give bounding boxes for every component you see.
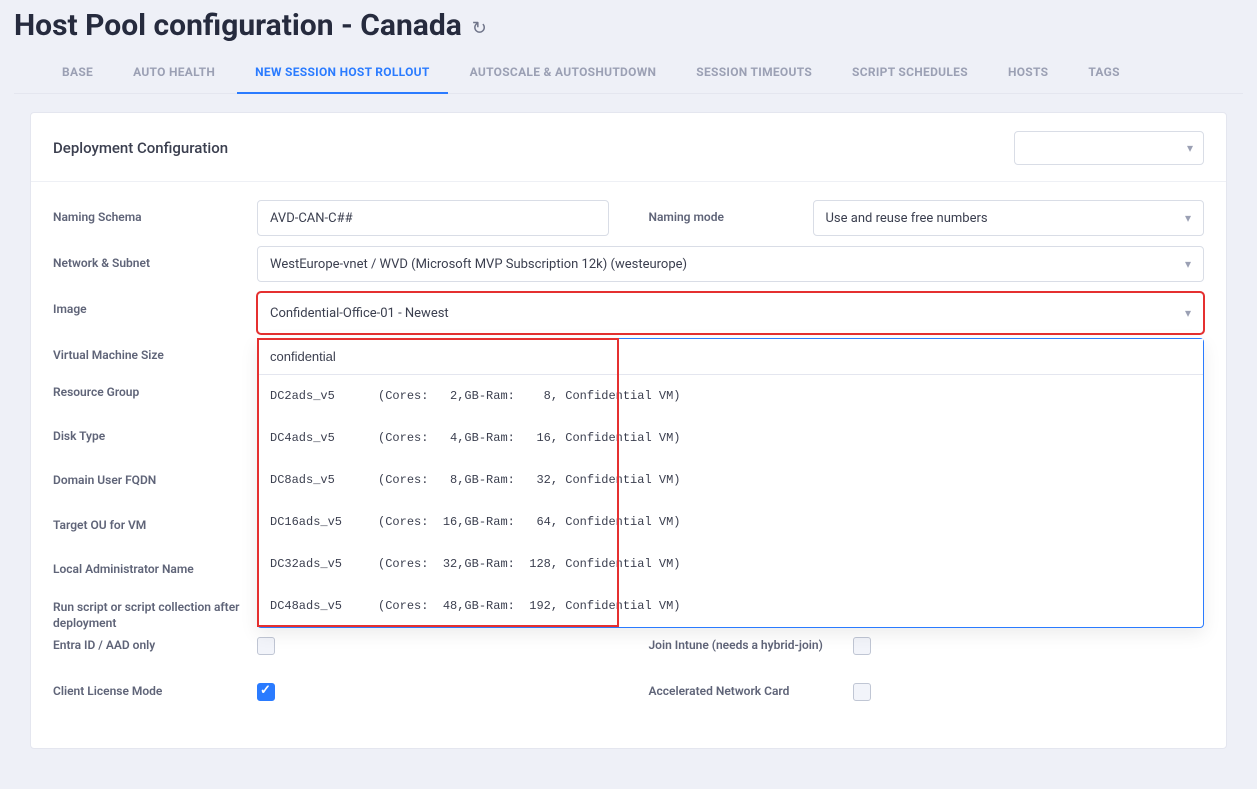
chevron-down-icon: ▾ [1185, 306, 1191, 320]
vm-size-option[interactable]: DC2ads_v5 (Cores: 2,GB-Ram: 8, Confident… [258, 375, 1203, 417]
tab-auto-health[interactable]: AUTO HEALTH [115, 55, 233, 93]
naming-mode-select[interactable]: Use and reuse free numbers ▾ [813, 200, 1205, 236]
entra-only-checkbox[interactable] [257, 637, 275, 655]
label-domain-user-fqdn: Domain User FQDN [53, 472, 243, 488]
label-resource-group: Resource Group [53, 384, 243, 400]
label-run-script: Run script or script collection after de… [53, 599, 243, 631]
tab-hosts[interactable]: HOSTS [990, 55, 1066, 93]
label-local-admin: Local Administrator Name [53, 561, 243, 577]
chevron-down-icon: ▾ [1185, 257, 1191, 271]
vm-size-dropdown[interactable]: DC2ads_v5 (Cores: 2,GB-Ram: 8, Confident… [257, 338, 1204, 628]
accel-net-checkbox[interactable] [853, 683, 871, 701]
tab-session-timeouts[interactable]: SESSION TIMEOUTS [678, 55, 830, 93]
page-title: Host Pool configuration - Canada [14, 8, 462, 43]
network-subnet-value: WestEurope-vnet / WVD (Microsoft MVP Sub… [270, 257, 687, 272]
client-license-checkbox[interactable] [257, 683, 275, 701]
vm-size-option[interactable]: DC48ads_v5 (Cores: 48,GB-Ram: 192, Confi… [258, 585, 1203, 627]
deployment-config-panel: Deployment Configuration ▾ Naming Schema… [30, 112, 1227, 749]
tab-base[interactable]: BASE [44, 55, 111, 93]
vm-size-option[interactable]: DC8ads_v5 (Cores: 8,GB-Ram: 32, Confiden… [258, 459, 1203, 501]
vm-size-option[interactable]: DC16ads_v5 (Cores: 16,GB-Ram: 64, Confid… [258, 501, 1203, 543]
label-accel-net: Accelerated Network Card [649, 674, 839, 699]
tab-tags[interactable]: TAGS [1070, 55, 1138, 93]
label-entra-only: Entra ID / AAD only [53, 628, 243, 653]
label-client-license: Client License Mode [53, 674, 243, 699]
naming-mode-value: Use and reuse free numbers [826, 211, 988, 226]
label-naming-schema: Naming Schema [53, 200, 243, 225]
label-naming-mode: Naming mode [649, 200, 799, 225]
network-subnet-select[interactable]: WestEurope-vnet / WVD (Microsoft MVP Sub… [257, 246, 1204, 282]
tab-script-schedules[interactable]: SCRIPT SCHEDULES [834, 55, 986, 93]
image-select[interactable]: Confidential-Office-01 - Newest ▾ [257, 292, 1204, 334]
image-value: Confidential-Office-01 - Newest [270, 306, 449, 321]
label-join-intune: Join Intune (needs a hybrid-join) [649, 628, 839, 653]
vm-size-option[interactable]: DC32ads_v5 (Cores: 32,GB-Ram: 128, Confi… [258, 543, 1203, 585]
chevron-down-icon: ▾ [1185, 211, 1191, 225]
tab-autoscale-autoshutdown[interactable]: AUTOSCALE & AUTOSHUTDOWN [452, 55, 675, 93]
refresh-icon[interactable]: ↻ [472, 18, 487, 39]
vm-size-option[interactable]: DC4ads_v5 (Cores: 4,GB-Ram: 16, Confiden… [258, 417, 1203, 459]
join-intune-checkbox[interactable] [853, 637, 871, 655]
section-action-dropdown[interactable]: ▾ [1014, 131, 1204, 165]
tab-new-session-host-rollout[interactable]: NEW SESSION HOST ROLLOUT [237, 55, 447, 93]
naming-schema-input[interactable]: AVD-CAN-C## [257, 200, 609, 236]
label-disk-type: Disk Type [53, 428, 243, 444]
label-target-ou: Target OU for VM [53, 517, 243, 533]
label-image: Image [53, 292, 243, 317]
tab-bar: BASEAUTO HEALTHNEW SESSION HOST ROLLOUTA… [14, 55, 1243, 94]
label-vm-size: Virtual Machine Size [53, 338, 243, 363]
label-network-subnet: Network & Subnet [53, 246, 243, 271]
vm-size-search-input[interactable] [258, 339, 1203, 375]
naming-schema-value: AVD-CAN-C## [270, 211, 353, 226]
section-title: Deployment Configuration [53, 139, 228, 157]
chevron-down-icon: ▾ [1187, 141, 1193, 155]
vm-size-option-list: DC2ads_v5 (Cores: 2,GB-Ram: 8, Confident… [258, 375, 1203, 627]
